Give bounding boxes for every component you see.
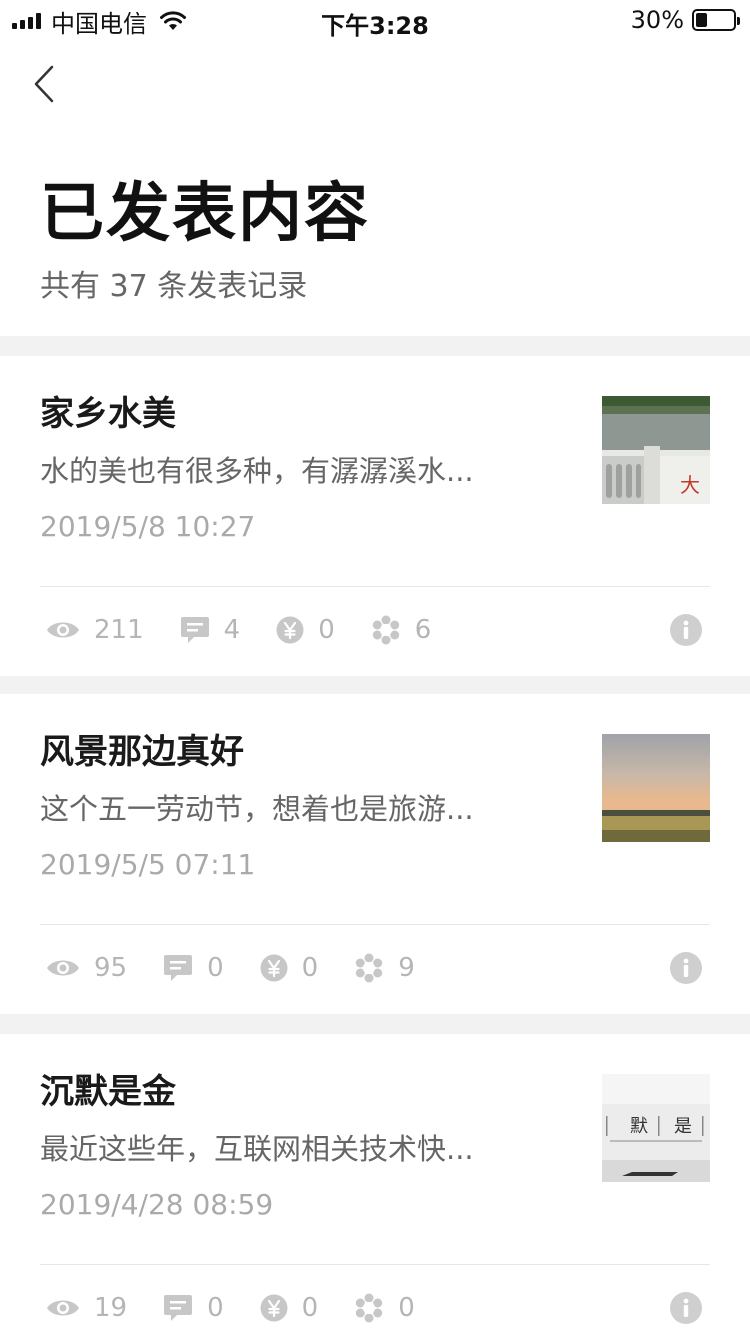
views-count: 95 bbox=[94, 953, 128, 983]
comment-icon bbox=[180, 617, 209, 643]
rewards-stat: 0 bbox=[260, 1293, 319, 1323]
likes-stat: 9 bbox=[354, 953, 415, 983]
info-button[interactable] bbox=[670, 614, 702, 646]
battery-icon bbox=[692, 9, 740, 31]
comments-count: 4 bbox=[223, 615, 241, 645]
likes-stat: 0 bbox=[354, 1293, 415, 1323]
views-stat: 95 bbox=[46, 953, 127, 983]
post-card[interactable]: 家乡水美 水的美也有很多种，有潺潺溪水... 2019/5/8 10:27 大 bbox=[0, 356, 750, 676]
post-date: 2019/5/5 07:11 bbox=[40, 848, 256, 881]
likes-stat: 6 bbox=[371, 615, 432, 645]
post-excerpt: 最近这些年，互联网相关技术快... bbox=[40, 1132, 474, 1166]
info-button[interactable] bbox=[670, 1292, 702, 1324]
views-count: 19 bbox=[94, 1293, 128, 1323]
section-divider bbox=[0, 1014, 750, 1034]
post-thumbnail[interactable]: 大 bbox=[602, 396, 710, 504]
flower-icon bbox=[355, 1293, 383, 1323]
svg-text:是: 是 bbox=[674, 1116, 692, 1137]
comments-count: 0 bbox=[207, 953, 224, 983]
comments-stat: 4 bbox=[180, 615, 241, 645]
post-title: 沉默是金 bbox=[40, 1072, 176, 1112]
info-button[interactable] bbox=[670, 952, 702, 984]
flower-icon bbox=[355, 953, 383, 983]
svg-text:大: 大 bbox=[680, 473, 700, 497]
comments-stat: 0 bbox=[163, 953, 224, 983]
post-title: 家乡水美 bbox=[40, 394, 176, 434]
svg-text:默: 默 bbox=[630, 1116, 648, 1137]
card-divider bbox=[40, 1264, 710, 1265]
rewards-stat: 0 bbox=[276, 615, 335, 645]
views-stat: 211 bbox=[46, 615, 144, 645]
likes-count: 0 bbox=[398, 1293, 415, 1323]
card-divider bbox=[40, 924, 710, 925]
likes-count: 9 bbox=[398, 953, 415, 983]
eye-icon bbox=[47, 960, 79, 976]
info-icon bbox=[670, 1292, 702, 1324]
page-title: 已发表内容 bbox=[40, 177, 370, 251]
yen-icon bbox=[260, 1294, 288, 1322]
post-date: 2019/5/8 10:27 bbox=[40, 510, 256, 543]
views-stat: 19 bbox=[46, 1293, 127, 1323]
section-divider bbox=[0, 336, 750, 356]
yen-icon bbox=[276, 616, 304, 644]
comments-count: 0 bbox=[207, 1293, 224, 1323]
chevron-left-icon bbox=[34, 65, 54, 103]
post-stats: 211 4 0 6 bbox=[46, 612, 467, 648]
post-stats: 95 0 0 9 bbox=[46, 950, 451, 986]
status-bar: 中国电信 下午3:28 30% bbox=[0, 0, 750, 40]
views-count: 211 bbox=[94, 615, 144, 645]
eye-icon bbox=[47, 622, 79, 638]
river-railing-photo: 大 bbox=[602, 396, 710, 504]
back-button[interactable] bbox=[24, 62, 64, 106]
post-card[interactable]: 沉默是金 最近这些年，互联网相关技术快... 2019/4/28 08:59 默… bbox=[0, 1034, 750, 1334]
page-subtitle: 共有 37 条发表记录 bbox=[40, 269, 308, 304]
post-excerpt: 这个五一劳动节，想着也是旅游... bbox=[40, 792, 474, 826]
rewards-count: 0 bbox=[318, 615, 335, 645]
flower-icon bbox=[372, 615, 399, 645]
rewards-count: 0 bbox=[301, 1293, 319, 1323]
likes-count: 6 bbox=[414, 615, 432, 645]
rewards-count: 0 bbox=[301, 953, 319, 983]
post-title: 风景那边真好 bbox=[40, 732, 244, 772]
info-icon bbox=[670, 614, 702, 646]
rewards-stat: 0 bbox=[260, 953, 319, 983]
info-icon bbox=[670, 952, 702, 984]
post-stats: 19 0 0 0 bbox=[46, 1290, 451, 1326]
post-thumbnail[interactable] bbox=[602, 734, 710, 842]
comment-icon bbox=[164, 1295, 193, 1321]
comment-icon bbox=[164, 955, 193, 981]
sunset-field-photo bbox=[602, 734, 710, 842]
card-divider bbox=[40, 586, 710, 587]
comments-stat: 0 bbox=[163, 1293, 224, 1323]
yen-icon bbox=[260, 954, 288, 982]
post-excerpt: 水的美也有很多种，有潺潺溪水... bbox=[40, 454, 474, 488]
battery-percentage: 30% bbox=[630, 6, 684, 34]
eye-icon bbox=[47, 1300, 79, 1316]
post-card[interactable]: 风景那边真好 这个五一劳动节，想着也是旅游... 2019/5/5 07:11 … bbox=[0, 694, 750, 1014]
post-thumbnail[interactable]: 默 是 bbox=[602, 1074, 710, 1182]
section-divider bbox=[0, 676, 750, 694]
post-date: 2019/4/28 08:59 bbox=[40, 1188, 274, 1221]
silence-text-photo: 默 是 bbox=[602, 1074, 710, 1182]
